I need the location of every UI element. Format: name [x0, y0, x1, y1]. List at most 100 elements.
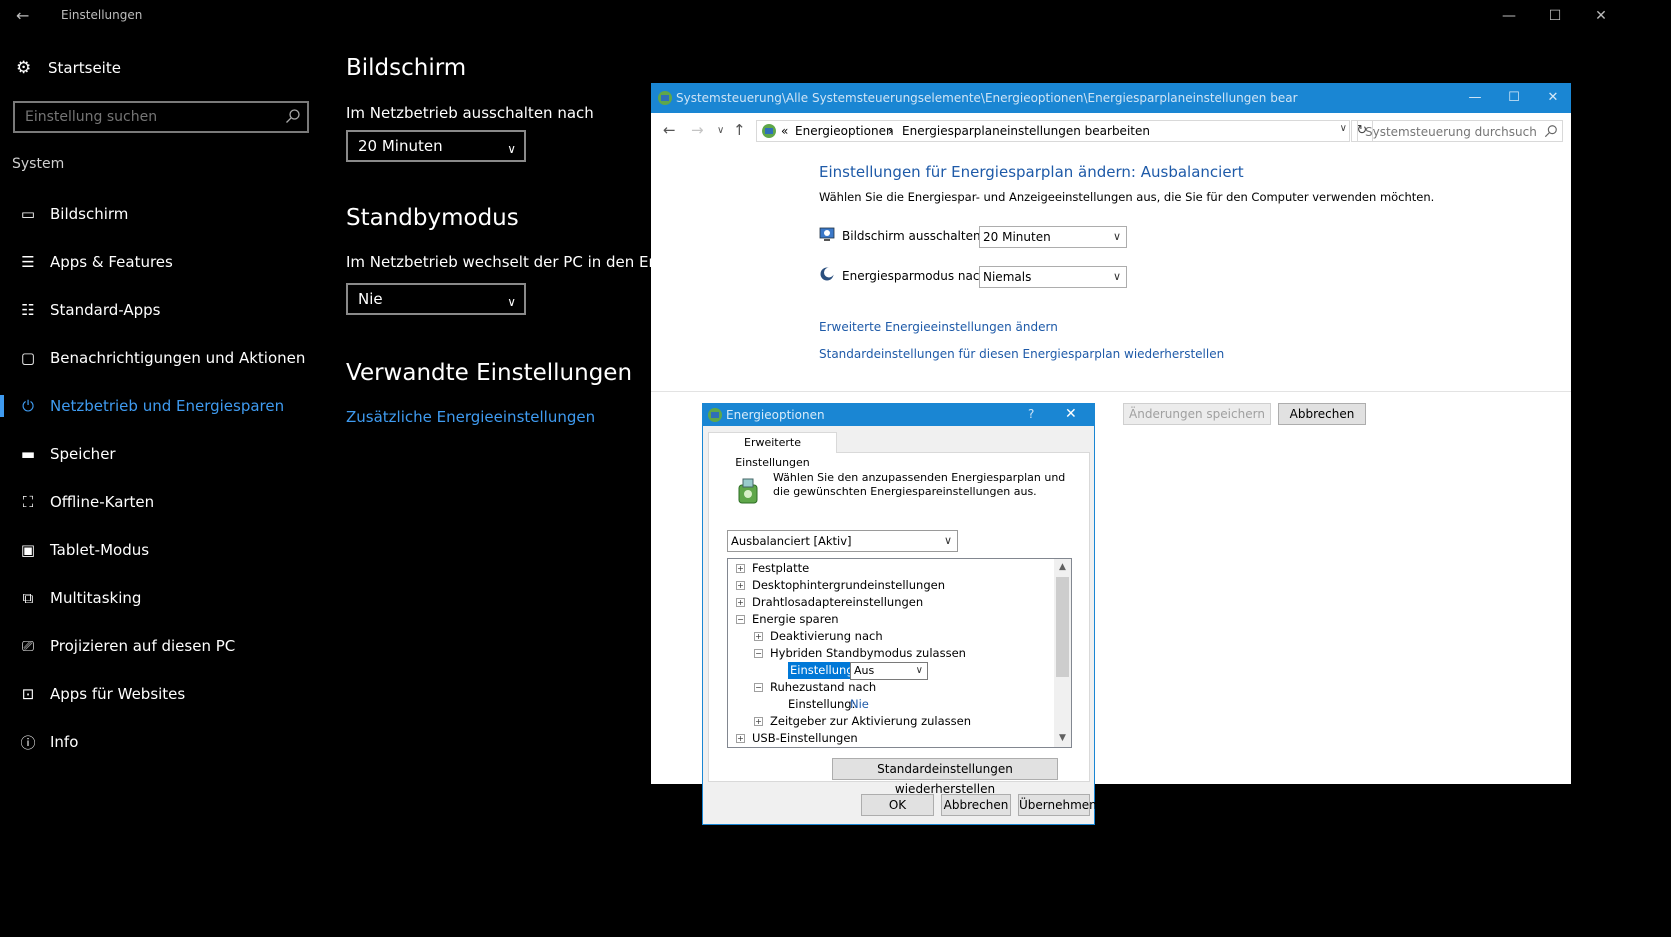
nav-label: Multitasking	[50, 589, 142, 607]
cp-cancel-button[interactable]: Abbrechen	[1278, 403, 1366, 425]
standby-value: Nie	[358, 290, 383, 308]
standby-select[interactable]: Nie ∨	[346, 283, 526, 315]
nav-label: Speicher	[50, 445, 116, 463]
restore-defaults-button[interactable]: Standardeinstellungen wiederherstellen	[832, 758, 1058, 796]
restore-defaults-link[interactable]: Standardeinstellungen für diesen Energie…	[819, 347, 1224, 361]
tree-item-hybrid-setting[interactable]: Einstellung: Aus ∨	[728, 662, 1058, 680]
back-arrow-icon[interactable]: ←	[16, 6, 36, 26]
cp-search-input[interactable]	[1358, 122, 1538, 142]
collapse-icon[interactable]: −	[754, 649, 763, 658]
nav-label: Info	[50, 733, 79, 751]
dialog-titlebar: Energieoptionen ? ✕	[703, 404, 1094, 426]
tree-scrollbar[interactable]: ▲ ▼	[1054, 559, 1071, 747]
default-apps-icon: ☷	[21, 301, 35, 319]
cp-search[interactable]	[1357, 120, 1563, 142]
standby-label: Im Netzbetrieb wechselt der PC in den En…	[346, 253, 697, 271]
up-arrow-icon[interactable]: ↑	[733, 121, 746, 139]
plan-select[interactable]: Ausbalanciert [Aktiv] ∨	[727, 530, 958, 552]
tree-label: Drahtlosadaptereinstellungen	[752, 595, 924, 609]
help-button[interactable]: ?	[1028, 407, 1034, 421]
nav-item-web-apps[interactable]: ⊡ Apps für Websites	[0, 670, 320, 718]
settings-search[interactable]	[13, 101, 309, 133]
scroll-down-icon[interactable]: ▼	[1054, 730, 1071, 747]
sleep-label: Energiesparmodus nach:	[842, 269, 992, 283]
search-icon[interactable]	[285, 108, 301, 124]
address-dropdown-icon[interactable]: ∨	[1340, 123, 1347, 134]
breadcrumb-energy-options[interactable]: Energieoptionen	[795, 124, 894, 138]
settings-search-input[interactable]	[15, 103, 273, 131]
standby-heading: Standbymodus	[346, 205, 519, 231]
sleep-select[interactable]: Niemals ∨	[979, 266, 1127, 288]
gear-icon: ⚙	[16, 58, 32, 78]
nav-item-notifications[interactable]: ▢ Benachrichtigungen und Aktionen	[0, 334, 320, 382]
nav-item-info[interactable]: ⓘ Info	[0, 718, 320, 766]
collapse-icon[interactable]: −	[736, 615, 745, 624]
nav-item-apps-features[interactable]: ☰ Apps & Features	[0, 238, 320, 286]
apply-button[interactable]: Übernehmen	[1018, 794, 1097, 816]
dialog-cancel-button[interactable]: Abbrechen	[941, 794, 1011, 816]
screen-off-select[interactable]: 20 Minuten ∨	[346, 130, 526, 162]
display-off-label: Bildschirm ausschalten:	[842, 229, 985, 243]
sleep-value: Niemals	[983, 270, 1032, 284]
nav-item-tablet-mode[interactable]: ▣ Tablet-Modus	[0, 526, 320, 574]
settings-tree[interactable]: + Festplatte + Desktophintergrundeinstel…	[727, 558, 1072, 748]
tree-label: Ruhezustand nach	[770, 680, 877, 694]
chevron-down-icon: ∨	[507, 295, 516, 309]
chevron-down-icon: ∨	[915, 665, 923, 676]
additional-power-settings-link[interactable]: Zusätzliche Energieeinstellungen	[346, 408, 595, 426]
breadcrumb-overflow[interactable]: «	[781, 124, 788, 138]
dialog-close-button[interactable]: ✕	[1065, 406, 1077, 422]
cp-minimize-button[interactable]: —	[1455, 83, 1495, 113]
multitasking-icon: ⧉	[22, 589, 34, 607]
nav-item-offline-maps[interactable]: ⛶ Offline-Karten	[0, 478, 320, 526]
expand-icon[interactable]: +	[736, 734, 745, 743]
expand-icon[interactable]: +	[736, 581, 745, 590]
collapse-icon[interactable]: −	[754, 683, 763, 692]
search-icon[interactable]	[1544, 124, 1558, 138]
expand-icon[interactable]: +	[754, 717, 763, 726]
screen-off-label: Im Netzbetrieb ausschalten nach	[346, 104, 594, 122]
cp-title: Systemsteuerung\Alle Systemsteuerungsele…	[676, 91, 1298, 105]
advanced-settings-link[interactable]: Erweiterte Energieeinstellungen ändern	[819, 320, 1058, 334]
address-box[interactable]: « Energieoptionen › Energiesparplaneinst…	[756, 120, 1350, 142]
home-link[interactable]: ⚙ Startseite	[16, 56, 121, 80]
recent-chevron-icon[interactable]: ∨	[717, 125, 724, 136]
power-icon: ⏻	[22, 397, 34, 415]
tree-label: Zeitgeber zur Aktivierung zulassen	[770, 714, 971, 728]
screen-heading: Bildschirm	[346, 55, 467, 81]
ok-button[interactable]: OK	[861, 794, 934, 816]
tree-item-hibernate-setting[interactable]: Einstellung: Nie	[788, 696, 869, 713]
dialog-description: Wählen Sie den anzupassenden Energiespar…	[773, 471, 1066, 498]
cp-maximize-button[interactable]: ☐	[1494, 83, 1534, 113]
project-icon: ⎚	[21, 637, 34, 655]
scroll-up-icon[interactable]: ▲	[1054, 559, 1071, 576]
minimize-button[interactable]: —	[1486, 0, 1532, 32]
expand-icon[interactable]: +	[736, 564, 745, 573]
tab-advanced-settings[interactable]: Erweiterte Einstellungen	[708, 432, 837, 469]
hybrid-setting-select[interactable]: Aus ∨	[850, 662, 928, 680]
maximize-button[interactable]: ☐	[1532, 0, 1578, 32]
back-arrow-icon[interactable]: ←	[663, 121, 676, 139]
nav-item-storage[interactable]: ▬ Speicher	[0, 430, 320, 478]
nav-item-standard-apps[interactable]: ☷ Standard-Apps	[0, 286, 320, 334]
nav-item-multitasking[interactable]: ⧉ Multitasking	[0, 574, 320, 622]
expand-icon[interactable]: +	[754, 632, 763, 641]
forward-arrow-icon[interactable]: →	[691, 121, 704, 139]
power-options-icon	[762, 124, 776, 138]
nav-label: Tablet-Modus	[50, 541, 150, 559]
expand-icon[interactable]: +	[736, 598, 745, 607]
web-apps-icon: ⊡	[21, 685, 35, 703]
save-changes-button[interactable]: Änderungen speichern	[1123, 403, 1271, 425]
nav-item-project[interactable]: ⎚ Projizieren auf diesen PC	[0, 622, 320, 670]
display-off-select[interactable]: 20 Minuten ∨	[979, 226, 1127, 248]
close-button[interactable]: ✕	[1578, 0, 1624, 32]
scroll-thumb[interactable]	[1056, 577, 1069, 677]
list-icon: ☰	[21, 253, 35, 271]
hibernate-setting-value[interactable]: Nie	[850, 696, 869, 713]
monitor-icon: ▭	[20, 205, 36, 223]
nav-item-power[interactable]: ⏻ Netzbetrieb und Energiesparen	[0, 382, 320, 430]
advanced-settings-panel: Wählen Sie den anzupassenden Energiespar…	[708, 452, 1090, 796]
nav-item-bildschirm[interactable]: ▭ Bildschirm	[0, 190, 320, 238]
breadcrumb-edit-plan[interactable]: Energiesparplaneinstellungen bearbeiten	[902, 124, 1150, 138]
cp-close-button[interactable]: ✕	[1533, 83, 1571, 113]
